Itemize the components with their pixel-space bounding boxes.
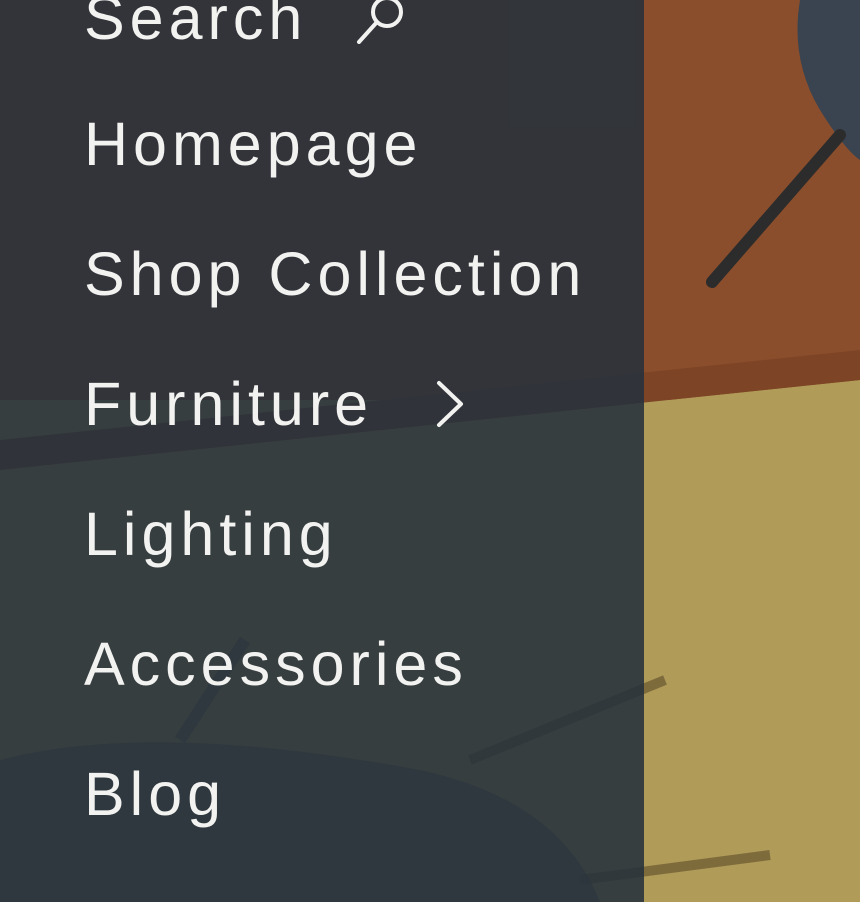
menu-item-label: Accessories bbox=[84, 629, 468, 698]
menu-item-label: Shop Collection bbox=[84, 239, 587, 308]
search-icon[interactable] bbox=[355, 0, 407, 44]
menu-item-homepage[interactable]: Homepage bbox=[84, 104, 422, 184]
menu-item-label: Blog bbox=[84, 759, 227, 828]
menu-item-search[interactable]: Search bbox=[84, 0, 407, 58]
chevron-right-icon[interactable] bbox=[433, 379, 467, 429]
menu-item-label: Homepage bbox=[84, 109, 423, 178]
menu-item-blog[interactable]: Blog bbox=[84, 754, 226, 834]
page: Search Homepage Shop Collection Furnitur… bbox=[0, 0, 860, 902]
menu-item-shop-collection[interactable]: Shop Collection bbox=[84, 234, 586, 314]
menu-item-lighting[interactable]: Lighting bbox=[84, 494, 338, 574]
menu-item-label: Furniture bbox=[84, 369, 374, 438]
menu-item-label: Search bbox=[84, 0, 308, 52]
menu-item-accessories[interactable]: Accessories bbox=[84, 624, 468, 704]
menu-item-furniture[interactable]: Furniture bbox=[84, 364, 467, 444]
menu-item-label: Lighting bbox=[84, 499, 338, 568]
main-menu: Search Homepage Shop Collection Furnitur… bbox=[0, 0, 644, 902]
